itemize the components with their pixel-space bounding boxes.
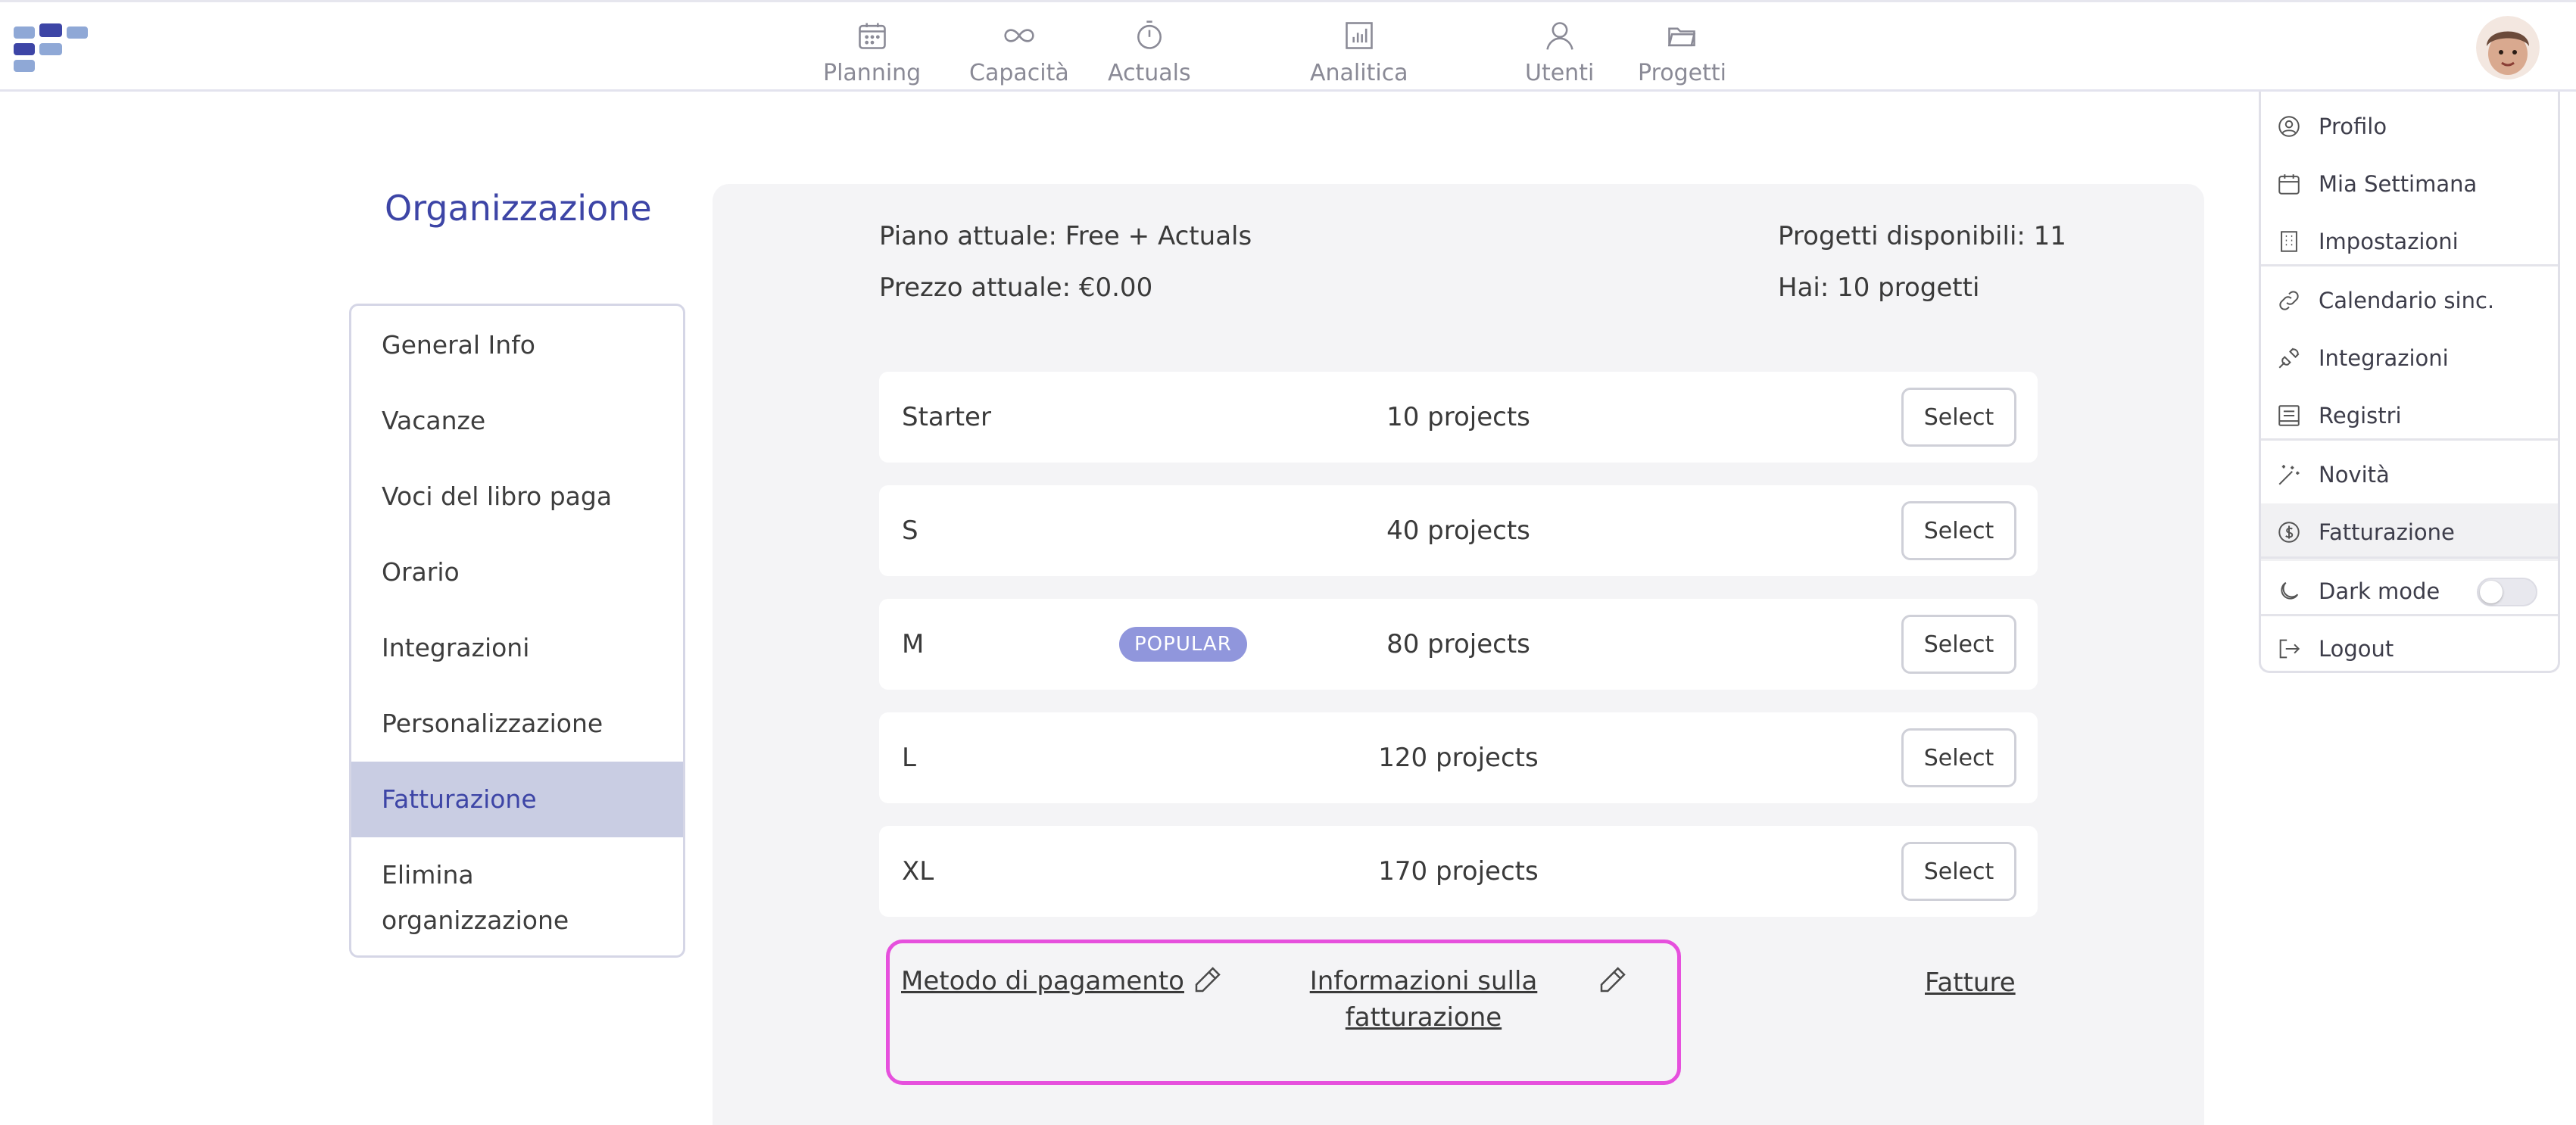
dropdown-item-profilo[interactable]: Profilo — [2261, 98, 2558, 155]
menu-item-integrazioni[interactable]: Integrazioni — [351, 625, 683, 671]
plan-row-s: S 40 projects Select — [879, 485, 2038, 576]
organization-menu: General Info Vacanze Voci del libro paga… — [349, 304, 685, 958]
infinity-icon — [1004, 29, 1034, 42]
select-plan-button[interactable]: Select — [1901, 388, 2016, 447]
dropdown-item-impostazioni[interactable]: Impostazioni — [2261, 213, 2558, 270]
menu-item-personalizzazione[interactable]: Personalizzazione — [351, 701, 683, 746]
dropdown-label: Logout — [2319, 636, 2394, 662]
plan-projects: 40 projects — [1386, 516, 1530, 546]
dropdown-label: Calendario sinc. — [2319, 288, 2495, 313]
dropdown-item-mia-settimana[interactable]: Mia Settimana — [2261, 155, 2558, 213]
plug-icon — [2278, 347, 2300, 369]
plan-projects: 120 projects — [1378, 743, 1539, 773]
folder-icon — [1668, 27, 1696, 47]
select-plan-button[interactable]: Select — [1901, 501, 2016, 560]
nav-label: Planning — [823, 60, 922, 86]
plan-row-m: M POPULAR 80 projects Select — [879, 599, 2038, 690]
user-circle-icon — [2278, 116, 2300, 137]
building-icon — [2281, 231, 2297, 252]
nav-planning[interactable]: Planning — [823, 19, 921, 86]
available-projects-text: Progetti disponibili: 11 — [1778, 221, 2066, 251]
dropdown-label: Registri — [2319, 403, 2402, 428]
edit-payment-method-icon[interactable] — [1193, 965, 1223, 995]
dropdown-divider — [2261, 556, 2558, 559]
dropdown-item-registri[interactable]: Registri — [2261, 387, 2558, 444]
dropdown-label: Fatturazione — [2319, 519, 2455, 545]
log-icon — [2278, 405, 2300, 426]
nav-utenti[interactable]: Utenti — [1525, 19, 1594, 86]
dropdown-label: Novità — [2319, 462, 2390, 488]
plan-row-xl: XL 170 projects Select — [879, 826, 2038, 917]
dropdown-item-novita[interactable]: Novità — [2261, 446, 2558, 503]
nav-actuals[interactable]: Actuals — [1108, 19, 1191, 86]
nav-label: Progetti — [1638, 60, 1726, 86]
nav-label: Utenti — [1525, 60, 1595, 86]
stopwatch-icon — [1137, 20, 1162, 49]
plan-row-l: L 120 projects Select — [879, 712, 2038, 803]
dropdown-label: Profilo — [2319, 114, 2387, 139]
link-icon — [2279, 291, 2299, 310]
user-avatar[interactable] — [2476, 16, 2540, 79]
dollar-circle-icon — [2278, 522, 2300, 543]
plan-projects: 10 projects — [1386, 402, 1530, 432]
dropdown-item-dark-mode: Dark mode — [2261, 562, 2558, 620]
payment-method-link[interactable]: Metodo di pagamento — [901, 963, 1184, 999]
menu-item-orario[interactable]: Orario — [351, 550, 683, 595]
dark-mode-toggle[interactable] — [2477, 578, 2537, 606]
select-plan-button[interactable]: Select — [1901, 728, 2016, 787]
dropdown-label: Mia Settimana — [2319, 171, 2478, 197]
dropdown-divider — [2261, 438, 2558, 441]
select-plan-button[interactable]: Select — [1901, 615, 2016, 674]
user-dropdown-menu: Profilo Mia Settimana Impostazioni Calen… — [2259, 92, 2560, 673]
bar-chart-icon — [1345, 22, 1373, 49]
menu-item-general-info[interactable]: General Info — [351, 323, 683, 368]
page-title: Organizzazione — [385, 188, 652, 229]
plan-projects: 80 projects — [1386, 629, 1530, 659]
select-plan-button[interactable]: Select — [1901, 842, 2016, 901]
dropdown-label: Impostazioni — [2319, 229, 2459, 254]
payment-links-highlight — [886, 940, 1681, 1085]
logout-icon — [2279, 639, 2300, 659]
dropdown-label: Dark mode — [2319, 578, 2440, 604]
current-price-text: Prezzo attuale: €0.00 — [879, 273, 1153, 303]
dropdown-label: Integrazioni — [2319, 345, 2449, 371]
owned-projects-text: Hai: 10 progetti — [1778, 273, 1980, 303]
menu-item-vacanze[interactable]: Vacanze — [351, 398, 683, 444]
magic-wand-icon — [2278, 465, 2300, 485]
nav-label: Capacità — [969, 60, 1069, 86]
dropdown-item-integrazioni[interactable]: Integrazioni — [2261, 329, 2558, 387]
menu-item-fatturazione[interactable]: Fatturazione — [351, 762, 683, 837]
dropdown-divider — [2261, 264, 2558, 266]
app-logo[interactable] — [14, 23, 89, 73]
dropdown-item-fatturazione[interactable]: Fatturazione — [2261, 503, 2558, 561]
nav-progetti[interactable]: Progetti — [1638, 19, 1726, 86]
billing-info-link[interactable]: Informazioni sulla fatturazione — [1299, 963, 1548, 1036]
moon-icon — [2281, 581, 2299, 600]
invoices-link[interactable]: Fatture — [1925, 965, 2016, 1001]
top-navigation-bar: Planning Capacità Actuals Analitica Uten… — [0, 0, 2576, 92]
calendar-icon — [858, 23, 886, 49]
calendar-icon — [2278, 174, 2300, 195]
nav-label: Analitica — [1310, 60, 1408, 86]
nav-label: Actuals — [1108, 60, 1191, 86]
dropdown-divider — [2261, 614, 2558, 616]
menu-item-elimina-organizzazione[interactable]: Elimina organizzazione — [351, 852, 579, 943]
menu-item-payroll[interactable]: Voci del libro paga — [351, 474, 683, 519]
dropdown-item-calendario-sinc[interactable]: Calendario sinc. — [2261, 272, 2558, 329]
edit-billing-info-icon[interactable] — [1598, 965, 1628, 995]
plan-projects: 170 projects — [1378, 856, 1539, 887]
nav-capacita[interactable]: Capacità — [969, 19, 1069, 86]
nav-analitica[interactable]: Analitica — [1310, 19, 1408, 86]
avatar-face-icon — [2476, 16, 2540, 79]
dropdown-item-logout[interactable]: Logout — [2261, 620, 2558, 678]
user-icon — [1545, 22, 1573, 50]
current-plan-text: Piano attuale: Free + Actuals — [879, 221, 1252, 251]
plan-row-starter: Starter 10 projects Select — [879, 372, 2038, 463]
